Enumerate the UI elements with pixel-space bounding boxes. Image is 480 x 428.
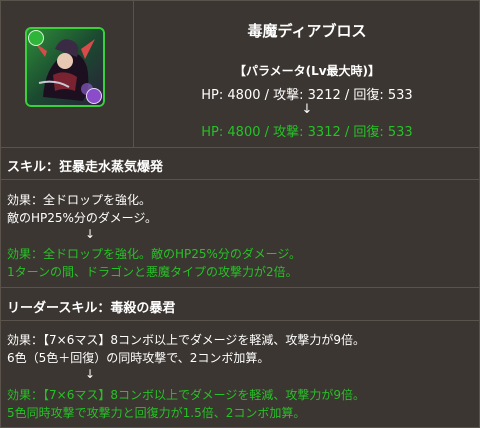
skill-title: スキル：狂暴走水蒸気爆発 (1, 156, 479, 180)
leader-effect-line2: 6色（5色＋回復）の同時攻撃で、2コンボ加算。 (7, 351, 270, 365)
monster-info: 毒魔ディアブロス 【パラメータ(Lv最大時)】 HP: 4800 / 攻撃: 3… (135, 1, 479, 147)
section-divider (1, 287, 479, 288)
base-stats: HP: 4800 / 攻撃: 3212 / 回復: 533 (201, 88, 413, 103)
skill-effect-line2: 敵のHP25%分のダメージ。 (7, 211, 157, 225)
skill-effect-line1: 効果：全ドロップを強化。 (7, 193, 152, 207)
skill-new-line2: 1ターンの間、ドラゴンと悪魔タイプの攻撃力が2倍。 (7, 265, 298, 279)
monster-name: 毒魔ディアブロス (247, 22, 367, 40)
leader-effect-line1: 効果：【7×6マス】8コンボ以上でダメージを軽減、攻撃力が9倍。 (7, 333, 365, 347)
leader-new-line1: 効果：【7×6マス】8コンボ以上でダメージを軽減、攻撃力が9倍。 (7, 388, 365, 402)
leader-down-arrow-icon: ↓ (85, 367, 96, 381)
monster-info-panel: 毒魔ディアブロス 【パラメータ(Lv最大時)】 HP: 4800 / 攻撃: 3… (0, 0, 480, 428)
leader-skill-title: リーダースキル：毒殺の暴君 (1, 297, 479, 321)
monster-portrait[interactable] (25, 27, 105, 107)
skill-new-line1: 効果：全ドロップを強化。敵のHP25%分のダメージ。 (7, 247, 301, 261)
down-arrow-icon: ↓ (301, 102, 313, 117)
dark-attribute-icon (86, 88, 102, 104)
plus-stats: HP: 4800 / 攻撃: 3312 / 回復: 533 (201, 125, 413, 140)
skill-down-arrow-icon: ↓ (85, 227, 96, 241)
monster-header: 毒魔ディアブロス 【パラメータ(Lv最大時)】 HP: 4800 / 攻撃: 3… (1, 1, 479, 148)
monster-icon-cell (1, 1, 134, 147)
param-header: 【パラメータ(Lv最大時)】 (233, 64, 381, 78)
wood-attribute-icon (28, 30, 44, 46)
leader-new-line2: 5色同時攻撃で攻撃力と回復力が1.5倍、2コンボ加算。 (7, 406, 306, 420)
